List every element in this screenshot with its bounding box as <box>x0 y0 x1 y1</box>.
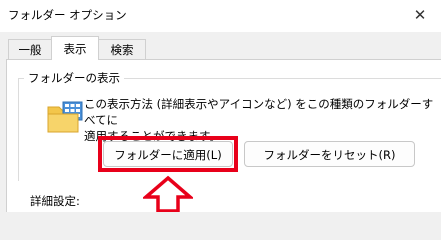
tab-view[interactable]: 表示 <box>51 36 99 60</box>
up-arrow-outline-icon <box>143 175 193 212</box>
window-title: フォルダー オプション <box>8 8 127 22</box>
reset-folders-button[interactable]: フォルダーをリセット(R) <box>244 141 415 167</box>
title-bar: フォルダー オプション ✕ <box>0 0 441 32</box>
tab-general[interactable]: 一般 <box>8 39 52 59</box>
folder-view-icon <box>47 101 83 133</box>
tab-search[interactable]: 検索 <box>98 39 146 59</box>
folder-view-group-label: フォルダーの表示 <box>24 70 124 86</box>
highlight-box <box>98 136 238 172</box>
advanced-settings-label: 詳細設定: <box>30 194 80 208</box>
close-icon[interactable]: ✕ <box>406 4 434 26</box>
description-line-1: この表示方法 (詳細表示やアイコンなど) をこの種類のフォルダーすべてに <box>84 97 434 127</box>
